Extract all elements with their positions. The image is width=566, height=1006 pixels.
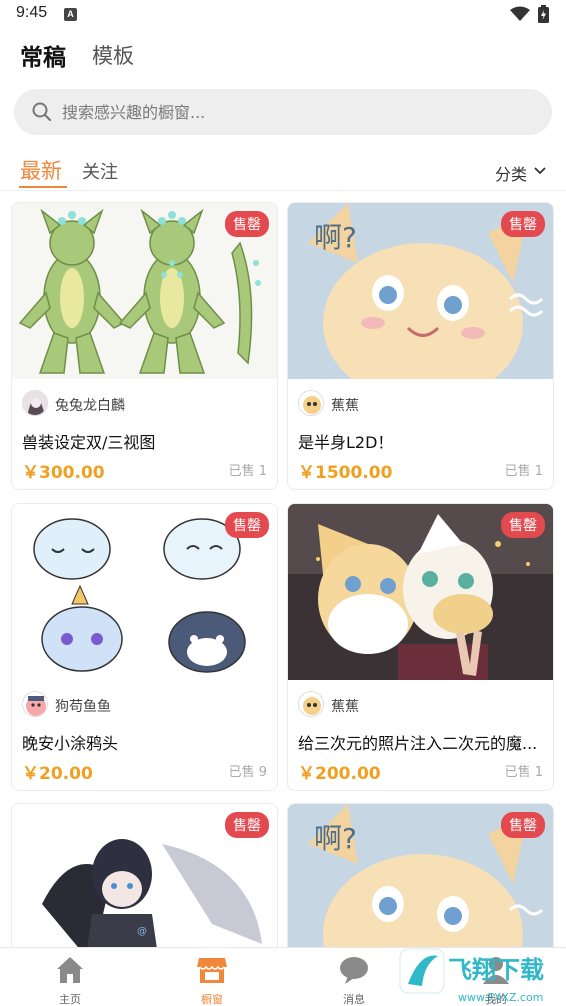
tab-following[interactable]: 关注	[82, 158, 118, 184]
sub-tab-underline	[19, 186, 67, 188]
product-card[interactable]: 啊? 售罄 蕉蕉 是半身L2D！ ￥1500.00 已售 1	[287, 202, 554, 490]
product-price: ￥20.00	[22, 764, 93, 784]
sold-count: 已售 1	[504, 464, 543, 479]
home-icon	[57, 957, 83, 983]
wifi-icon	[510, 6, 530, 21]
battery-icon	[538, 5, 549, 23]
svg-text:@: @	[137, 926, 147, 937]
product-title[interactable]: 晚安小涂鸦头	[22, 730, 270, 754]
svg-text:啊?: 啊?	[314, 822, 357, 855]
author-name: 蕉蕉	[331, 699, 359, 715]
product-card[interactable]: 售罄 蕉蕉 给三次元的照片注入二次元的魔... ￥200.00 已售 1	[287, 503, 554, 791]
search-bar[interactable]	[14, 89, 552, 135]
sold-out-badge: 售罄	[225, 812, 269, 838]
sold-out-badge: 售罄	[501, 812, 545, 838]
chevron-down-icon[interactable]	[534, 166, 546, 176]
category-filter[interactable]: 分类	[495, 161, 527, 185]
tab-regular[interactable]: 常稿	[20, 38, 66, 72]
sold-count: 已售 9	[228, 765, 267, 780]
svg-text:飞翔下载: 飞翔下载	[448, 956, 544, 984]
nav-label: 消息	[343, 993, 365, 1006]
notification-icon: A	[64, 8, 77, 21]
avatar	[22, 691, 48, 717]
product-card[interactable]: 售罄 狗苟鱼鱼 晚安小涂鸦头 ￥20.00 已售 9	[11, 503, 278, 791]
product-image[interactable]: 售罄	[12, 504, 277, 680]
avatar	[298, 390, 324, 416]
sold-out-badge: 售罄	[501, 211, 545, 237]
product-image[interactable]: 售罄	[288, 504, 553, 680]
chat-icon	[340, 957, 368, 984]
nav-messages[interactable]: 消息	[314, 948, 394, 1006]
sold-count: 已售 1	[228, 464, 267, 479]
search-input[interactable]	[62, 99, 522, 125]
sold-out-badge: 售罄	[225, 211, 269, 237]
product-title[interactable]: 是半身L2D！	[298, 429, 546, 453]
svg-text:www.FXXZ.com: www.FXXZ.com	[458, 991, 543, 1004]
product-price: ￥1500.00	[298, 463, 393, 483]
product-card[interactable]: 售罄 兔兔龙白麟 兽装设定双/三视图 ￥300.00 已售 1	[11, 202, 278, 490]
author-name: 蕉蕉	[331, 398, 359, 414]
product-title[interactable]: 兽装设定双/三视图	[22, 429, 270, 453]
watermark: 飞翔下载 www.FXXZ.com	[398, 946, 558, 1006]
svg-text:啊?: 啊?	[314, 221, 357, 254]
nav-label: 橱窗	[201, 993, 223, 1006]
avatar	[298, 691, 324, 717]
nav-label: 主页	[59, 993, 81, 1006]
search-icon	[32, 102, 52, 122]
product-image[interactable]: 售罄	[12, 203, 277, 379]
tab-latest[interactable]: 最新	[20, 155, 62, 185]
shop-icon	[197, 958, 227, 983]
product-price: ￥200.00	[298, 764, 381, 784]
watermark-logo: 飞翔下载 www.FXXZ.com	[399, 948, 544, 1004]
product-title[interactable]: 给三次元的照片注入二次元的魔...	[298, 730, 546, 754]
status-bar: 9:45 A	[0, 0, 566, 30]
nav-showcase[interactable]: 橱窗	[172, 948, 252, 1006]
author-name: 兔兔龙白麟	[55, 398, 125, 414]
product-price: ￥300.00	[22, 463, 105, 483]
divider	[0, 190, 566, 191]
author-name: 狗苟鱼鱼	[55, 699, 111, 715]
tab-template[interactable]: 模板	[92, 40, 134, 70]
nav-home[interactable]: 主页	[30, 948, 110, 1006]
sold-count: 已售 1	[504, 765, 543, 780]
sold-out-badge: 售罄	[225, 512, 269, 538]
sold-out-badge: 售罄	[501, 512, 545, 538]
product-image[interactable]: 啊? 售罄	[288, 203, 553, 379]
avatar	[22, 390, 48, 416]
status-time: 9:45	[16, 4, 48, 21]
